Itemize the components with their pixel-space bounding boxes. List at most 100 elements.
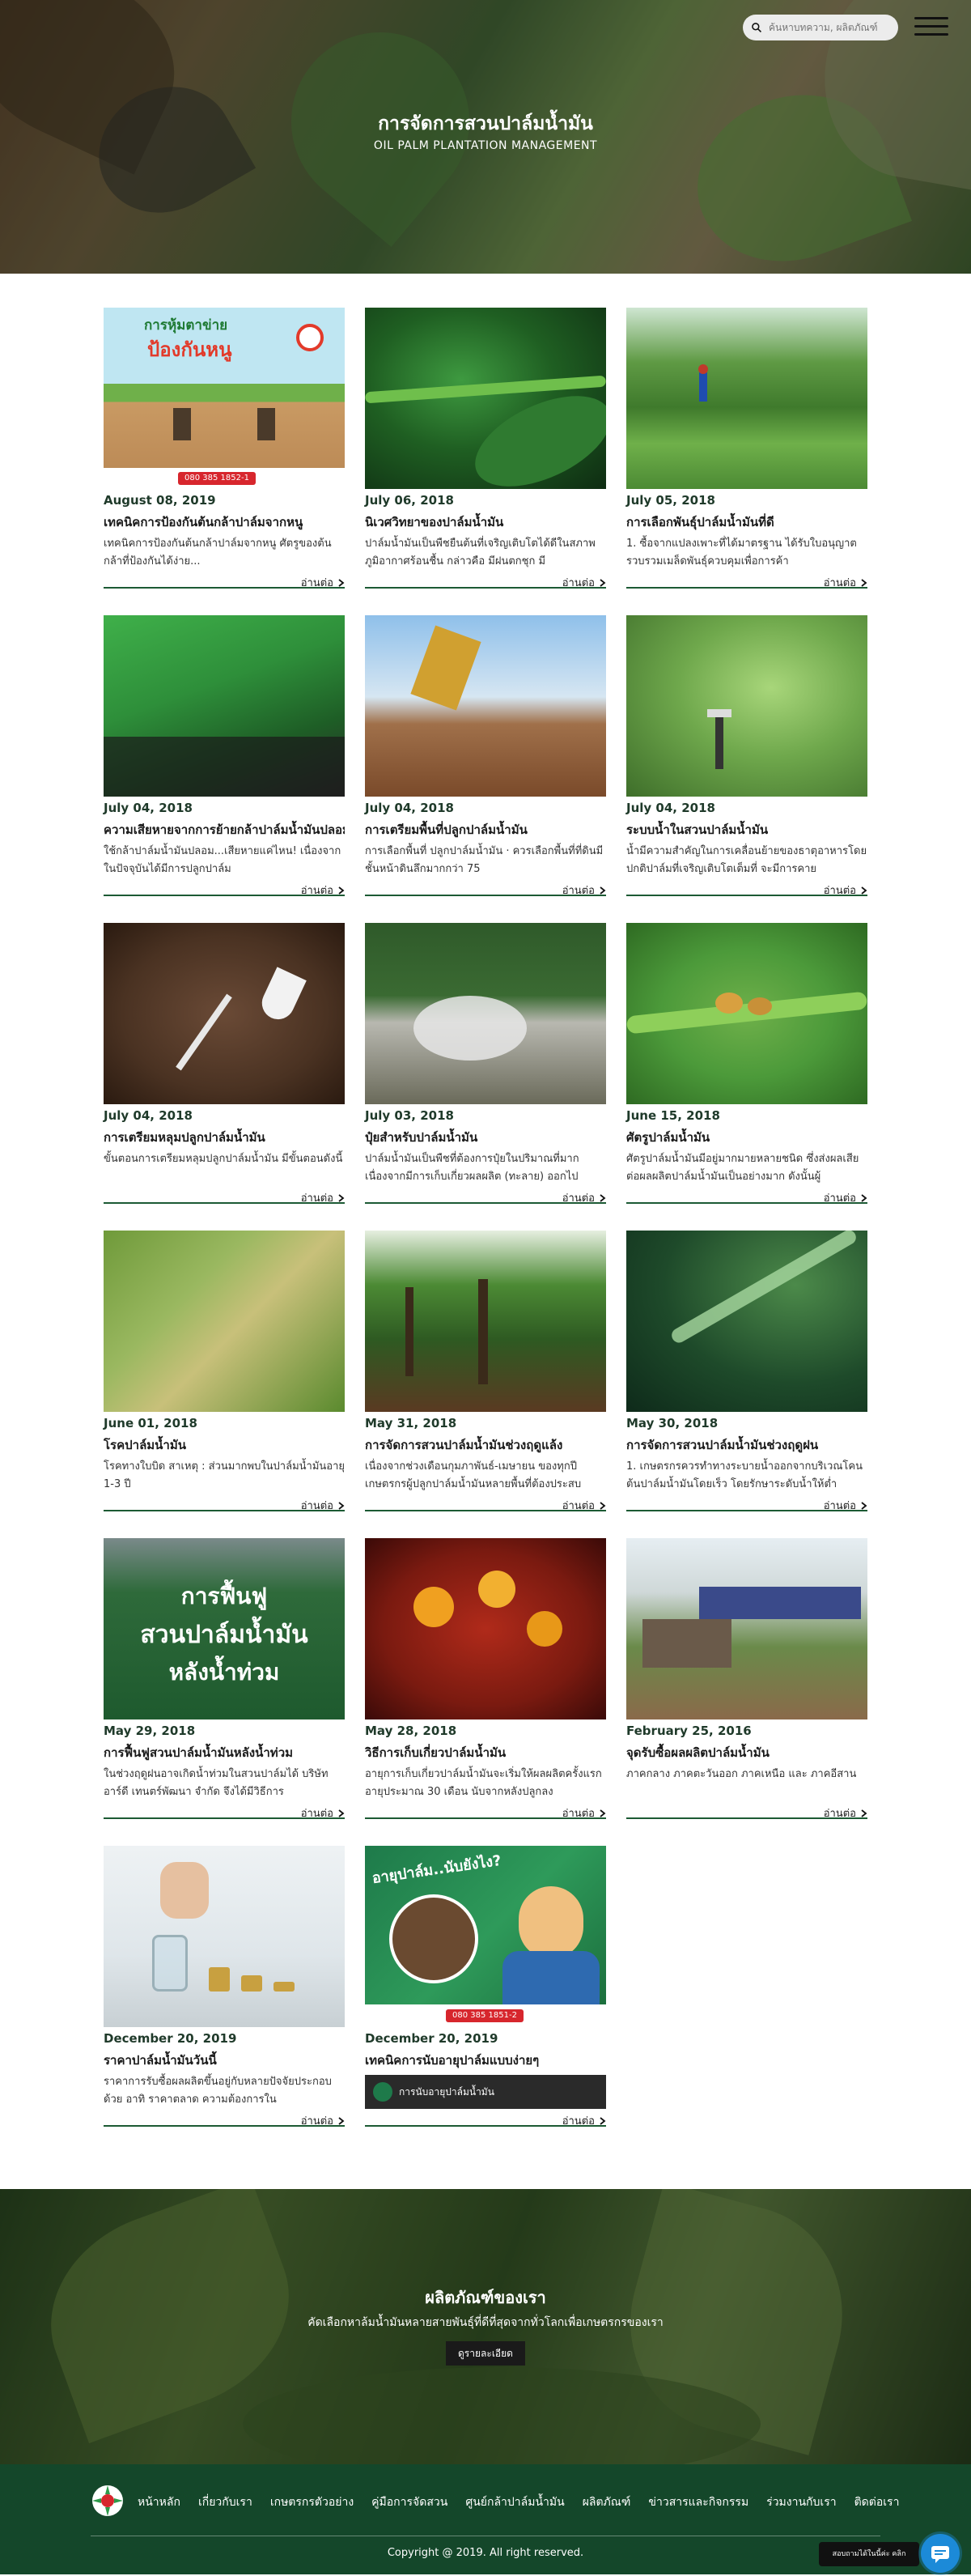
article-image[interactable] — [626, 923, 867, 1104]
article-image[interactable] — [626, 615, 867, 797]
article-image[interactable] — [365, 615, 606, 797]
article-image[interactable] — [365, 1231, 606, 1412]
article-card[interactable]: July 05, 2018 การเลือกพันธุ์ปาล์มน้ำมันท… — [626, 308, 867, 589]
chevron-right-icon — [861, 1193, 867, 1202]
image-caption-3: หลังน้ำท่วม — [168, 1659, 280, 1685]
nav-model-farmers[interactable]: เกษตรกรตัวอย่าง — [270, 2493, 354, 2511]
article-excerpt: อายุการเก็บเกี่ยวปาล์มน้ำมันจะเริ่มให้ผล… — [365, 1768, 602, 1798]
search-box[interactable] — [743, 15, 898, 40]
card-divider — [365, 2125, 606, 2127]
article-excerpt: เนื่องจากช่วงเดือนกุมภาพันธ์-เมษายน ของท… — [365, 1460, 582, 1490]
article-date: February 25, 2016 — [626, 1724, 752, 1738]
article-title[interactable]: ราคาปาล์มน้ำมันวันนี้ — [104, 2051, 345, 2070]
nav-home[interactable]: หน้าหลัก — [138, 2493, 180, 2511]
article-card[interactable]: July 03, 2018 ปุ๋ยสำหรับปาล์มน้ำมัน ปาล์… — [365, 923, 606, 1205]
article-title[interactable]: การฟื้นฟูสวนปาล์มน้ำมันหลังน้ำท่วม — [104, 1743, 345, 1762]
hero-banner: การจัดการสวนปาล์มน้ำมัน OIL PALM PLANTAT… — [0, 0, 971, 274]
chevron-right-icon — [600, 1809, 606, 1817]
article-image[interactable] — [104, 1846, 345, 2027]
search-input[interactable] — [769, 22, 890, 33]
article-date: July 03, 2018 — [365, 1108, 454, 1123]
article-title[interactable]: ระบบน้ำในสวนปาล์มน้ำมัน — [626, 820, 867, 840]
article-image[interactable] — [104, 923, 345, 1104]
article-card[interactable]: July 04, 2018 การเตรียมหลุมปลูกปาล์มน้ำม… — [104, 923, 345, 1205]
image-caption-top: การหุ้มตาข่าย — [144, 317, 228, 334]
article-card[interactable]: May 28, 2018 วิธีการเก็บเกี่ยวปาล์มน้ำมั… — [365, 1538, 606, 1820]
article-title[interactable]: จุดรับซื้อผลผลิตปาล์มน้ำมัน — [626, 1743, 867, 1762]
article-title[interactable]: การเลือกพันธุ์ปาล์มน้ำมันที่ดี — [626, 512, 867, 532]
article-title[interactable]: วิธีการเก็บเกี่ยวปาล์มน้ำมัน — [365, 1743, 606, 1762]
chevron-right-icon — [338, 1809, 345, 1817]
nav-seedling-center[interactable]: ศูนย์กล้าปาล์มน้ำมัน — [465, 2493, 564, 2511]
article-title[interactable]: เทคนิคการนับอายุปาล์มแบบง่ายๆ — [365, 2051, 606, 2070]
article-title[interactable]: การจัดการสวนปาล์มน้ำมันช่วงฤดูฝน — [626, 1435, 867, 1455]
article-card[interactable]: July 04, 2018 ระบบน้ำในสวนปาล์มน้ำมัน น้… — [626, 615, 867, 897]
article-excerpt: โรคทางใบบิด สาเหตุ : ส่วนมากพบในปาล์มน้ำ… — [104, 1460, 345, 1490]
article-date: June 15, 2018 — [626, 1108, 720, 1123]
menu-icon[interactable] — [914, 15, 948, 39]
article-title[interactable]: การเตรียมหลุมปลูกปาล์มน้ำมัน — [104, 1128, 345, 1147]
nav-contact[interactable]: ติดต่อเรา — [854, 2493, 900, 2511]
article-date: July 04, 2018 — [104, 1108, 193, 1123]
search-icon — [752, 23, 761, 32]
article-card[interactable]: February 25, 2016 จุดรับซื้อผลผลิตปาล์มน… — [626, 1538, 867, 1820]
nav-about[interactable]: เกี่ยวกับเรา — [198, 2493, 252, 2511]
article-image[interactable] — [365, 923, 606, 1104]
article-image[interactable] — [104, 1231, 345, 1412]
article-card[interactable]: การหุ้มตาข่าย ป้องกันหนู 080 385 1852-1 … — [104, 308, 345, 589]
company-logo[interactable] — [91, 2484, 125, 2518]
article-image[interactable] — [365, 1538, 606, 1719]
article-card[interactable]: June 15, 2018 ศัตรูปาล์มน้ำมัน ศัตรูปาล์… — [626, 923, 867, 1205]
chat-prompt[interactable]: สอบถามได้ในนี้ค่ะ คลิก — [819, 2542, 919, 2566]
article-title[interactable]: ความเสียหายจากการย้ายกล้าปาล์มน้ำมันปลอม — [104, 820, 345, 840]
article-image[interactable] — [626, 1538, 867, 1719]
card-divider — [365, 1510, 606, 1511]
article-excerpt: ภาคกลาง ภาคตะวันออก ภาคเหนือ และ ภาคอีสา… — [626, 1768, 857, 1780]
article-title[interactable]: เทคนิคการป้องกันต้นกล้าปาล์มจากหนู — [104, 512, 345, 532]
article-date: December 20, 2019 — [365, 2031, 498, 2046]
nav-news[interactable]: ข่าวสารและกิจกรรม — [648, 2493, 748, 2511]
article-card[interactable]: อายุปาล์ม..นับยังไง? 080 385 1851-2 Dece… — [365, 1846, 606, 2128]
article-image[interactable]: อายุปาล์ม..นับยังไง? 080 385 1851-2 — [365, 1846, 606, 2027]
article-title[interactable]: โรคปาล์มน้ำมัน — [104, 1435, 345, 1455]
nav-products[interactable]: ผลิตภัณฑ์ — [583, 2493, 631, 2511]
chat-button[interactable] — [921, 2534, 960, 2573]
article-date: May 31, 2018 — [365, 1416, 457, 1430]
nav-careers[interactable]: ร่วมงานกับเรา — [766, 2493, 836, 2511]
article-image[interactable] — [104, 615, 345, 797]
chevron-right-icon — [861, 1501, 867, 1510]
article-card[interactable]: June 01, 2018 โรคปาล์มน้ำมัน โรคทางใบบิด… — [104, 1231, 345, 1512]
article-title[interactable]: ปุ๋ยสำหรับปาล์มน้ำมัน — [365, 1128, 606, 1147]
chevron-right-icon — [338, 886, 345, 895]
view-details-button[interactable]: ดูรายละเอียด — [446, 2341, 525, 2366]
article-title[interactable]: นิเวศวิทยาของปาล์มน้ำมัน — [365, 512, 606, 532]
article-card[interactable]: May 30, 2018 การจัดการสวนปาล์มน้ำมันช่วง… — [626, 1231, 867, 1512]
article-card[interactable]: July 04, 2018 การเตรียมพื้นที่ปลูกปาล์มน… — [365, 615, 606, 897]
article-image[interactable] — [365, 308, 606, 489]
article-date: July 06, 2018 — [365, 493, 454, 508]
article-card[interactable]: December 20, 2019 ราคาปาล์มน้ำมันวันนี้ … — [104, 1846, 345, 2128]
article-card[interactable]: May 31, 2018 การจัดการสวนปาล์มน้ำมันช่วง… — [365, 1231, 606, 1512]
chevron-right-icon — [861, 1809, 867, 1817]
article-date: July 04, 2018 — [104, 801, 193, 815]
chevron-right-icon — [338, 578, 345, 587]
article-image[interactable] — [626, 308, 867, 489]
card-divider — [626, 587, 867, 589]
article-title[interactable]: การจัดการสวนปาล์มน้ำมันช่วงฤดูแล้ง — [365, 1435, 606, 1455]
page-subtitle: OIL PALM PLANTATION MANAGEMENT — [373, 139, 598, 152]
card-divider — [626, 1817, 867, 1819]
article-title[interactable]: ศัตรูปาล์มน้ำมัน — [626, 1128, 867, 1147]
chevron-right-icon — [861, 886, 867, 895]
video-embed[interactable]: การนับอายุปาล์มน้ำมัน — [365, 2075, 606, 2109]
chevron-right-icon — [600, 886, 606, 895]
article-excerpt: ปาล์มน้ำมันเป็นพืชยืนต้นที่เจริญเติบโตได… — [365, 538, 596, 567]
article-card[interactable]: July 06, 2018 นิเวศวิทยาของปาล์มน้ำมัน ป… — [365, 308, 606, 589]
article-image[interactable]: การหุ้มตาข่าย ป้องกันหนู 080 385 1852-1 — [104, 308, 345, 489]
chevron-right-icon — [600, 2116, 606, 2125]
article-image[interactable]: การฟื้นฟู สวนปาล์มน้ำมัน หลังน้ำท่วม — [104, 1538, 345, 1719]
article-image[interactable] — [626, 1231, 867, 1412]
article-card[interactable]: การฟื้นฟู สวนปาล์มน้ำมัน หลังน้ำท่วม May… — [104, 1538, 345, 1820]
nav-garden-manual[interactable]: คู่มือการจัดสวน — [371, 2493, 447, 2511]
article-card[interactable]: July 04, 2018 ความเสียหายจากการย้ายกล้าป… — [104, 615, 345, 897]
article-title[interactable]: การเตรียมพื้นที่ปลูกปาล์มน้ำมัน — [365, 820, 606, 840]
